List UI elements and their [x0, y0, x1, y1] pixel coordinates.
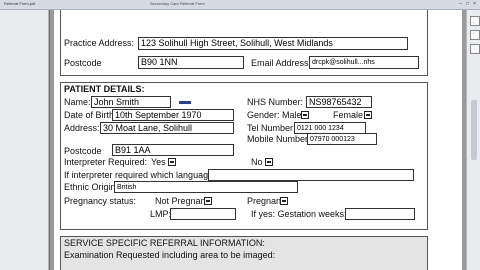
ethnic-origin-field[interactable]: British [114, 181, 298, 193]
exam-requested-label: Examination Requested including area to … [64, 250, 276, 260]
gestation-label: If yes: Gestation weeks: [251, 209, 347, 219]
not-pregnant-checkbox[interactable] [204, 197, 212, 205]
nhs-number-label: NHS Number: [247, 97, 304, 107]
comment-icon[interactable] [470, 30, 480, 40]
male-checkbox[interactable] [301, 111, 309, 119]
interpreter-language-field[interactable] [208, 169, 414, 181]
field-marker-icon [179, 101, 191, 104]
patient-heading: PATIENT DETAILS: [64, 84, 145, 94]
practice-postcode-field[interactable]: B90 1NN [138, 56, 244, 69]
lmp-field[interactable] [170, 208, 236, 220]
patient-postcode-label: Postcode [64, 146, 102, 156]
practice-address-label: Practice Address: [64, 38, 135, 48]
patient-postcode-field[interactable]: B91 1AA [112, 144, 234, 156]
gender-female-label: Female [333, 110, 364, 120]
window-subtitle: Secondary Care Referral Form [150, 1, 205, 6]
dob-field[interactable]: 10th September 1970 [112, 109, 234, 121]
interpreter-no-checkbox[interactable] [265, 158, 273, 166]
nhs-number-field[interactable]: NS98765432 [306, 96, 372, 108]
left-sidebar [0, 10, 49, 270]
close-icon[interactable]: × [473, 1, 476, 7]
window-title: Referral Form.pdf [4, 1, 36, 6]
gender-male-label: Gender: Male [247, 110, 302, 120]
pregnancy-status-label: Pregnancy status: [64, 196, 137, 206]
vertical-scrollbar[interactable] [471, 100, 477, 160]
dob-label: Date of Birth: [64, 110, 117, 120]
interpreter-yes-checkbox[interactable] [168, 158, 176, 166]
patient-name-label: Name: [64, 97, 91, 107]
share-icon[interactable] [470, 44, 480, 54]
practice-address-field[interactable]: 123 Solihull High Street, Solihull, West… [138, 37, 408, 50]
interpreter-language-label: If interpreter required which language: [64, 170, 216, 180]
gestation-field[interactable] [345, 208, 415, 220]
female-checkbox[interactable] [364, 111, 372, 119]
mobile-number-field[interactable]: 07970 000123 [307, 133, 377, 145]
pregnant-checkbox[interactable] [280, 197, 288, 205]
patient-address-field[interactable]: 30 Moat Lane, Solihull [100, 122, 234, 134]
title-bar: Referral Form.pdf Secondary Care Referra… [0, 0, 480, 10]
practice-postcode-label: Postcode [64, 58, 102, 68]
maximize-icon[interactable]: □ [466, 1, 469, 7]
patient-name-field[interactable]: John Smith [91, 96, 171, 108]
pregnant-label: Pregnant [247, 196, 284, 206]
right-toolbar [466, 10, 480, 270]
interpreter-no-label: No [251, 157, 263, 167]
tools-icon[interactable] [470, 16, 480, 26]
ethnic-origin-label: Ethnic Origin: [64, 182, 119, 192]
not-pregnant-label: Not Pregnant [155, 196, 209, 206]
pdf-page: Practice Address: 123 Solihull High Stre… [54, 10, 462, 270]
document-viewport[interactable]: Practice Address: 123 Solihull High Stre… [50, 10, 466, 270]
mobile-number-label: Mobile Number: [247, 134, 311, 144]
minimize-icon[interactable]: – [459, 1, 462, 7]
tel-number-label: Tel Number: [247, 123, 296, 133]
lmp-label: LMP: [150, 209, 172, 219]
interpreter-label: Interpreter Required: [64, 157, 148, 167]
interpreter-yes-label: Yes [151, 157, 166, 167]
practice-email-field[interactable]: drcpk@solihull...nhs [309, 56, 419, 69]
patient-address-label: Address: [64, 123, 100, 133]
service-heading: SERVICE SPECIFIC REFERRAL INFORMATION: [64, 238, 265, 248]
practice-email-label: Email Address: [251, 58, 312, 68]
